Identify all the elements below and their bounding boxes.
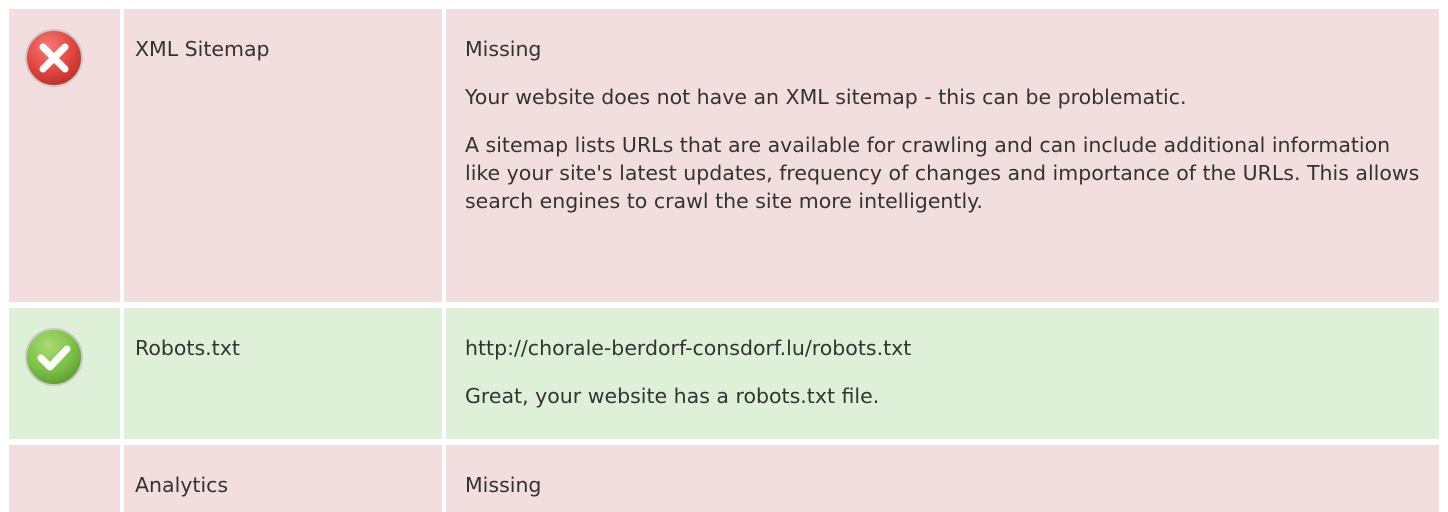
check-name-cell: XML Sitemap [124,9,442,302]
success-check-icon [24,327,84,387]
check-name: Analytics [135,473,229,497]
check-name: XML Sitemap [135,37,270,61]
check-details-cell: Missing Your website does not have an XM… [446,9,1439,302]
check-status-url: http://chorale-berdorf-consdorf.lu/robot… [465,336,912,360]
status-icon-cell [9,308,120,439]
status-icon-cell [9,9,120,302]
check-description: Great, your website has a robots.txt fil… [465,384,880,408]
table-row-xml-sitemap: XML Sitemap Missing Your website does no… [0,9,1448,302]
table-row-analytics: Analytics Missing [0,445,1448,512]
check-name-cell: Robots.txt [124,308,442,439]
check-description: Your website does not have an XML sitema… [465,85,1187,109]
check-details-cell: http://chorale-berdorf-consdorf.lu/robot… [446,308,1439,439]
status-icon-cell [9,445,120,512]
seo-report-table: XML Sitemap Missing Your website does no… [0,0,1448,512]
check-details: Missing Your website does not have an XM… [465,35,1425,235]
check-status: Missing [465,473,542,497]
error-cross-icon [24,28,84,88]
check-status: Missing [465,37,542,61]
check-name: Robots.txt [135,336,240,360]
check-details: http://chorale-berdorf-consdorf.lu/robot… [465,334,1425,430]
check-explanation: A sitemap lists URLs that are available … [465,133,1420,213]
check-details-cell: Missing [446,445,1439,512]
table-row-robots-txt: Robots.txt http://chorale-berdorf-consdo… [0,308,1448,439]
check-name-cell: Analytics [124,445,442,512]
check-details: Missing [465,471,1425,512]
